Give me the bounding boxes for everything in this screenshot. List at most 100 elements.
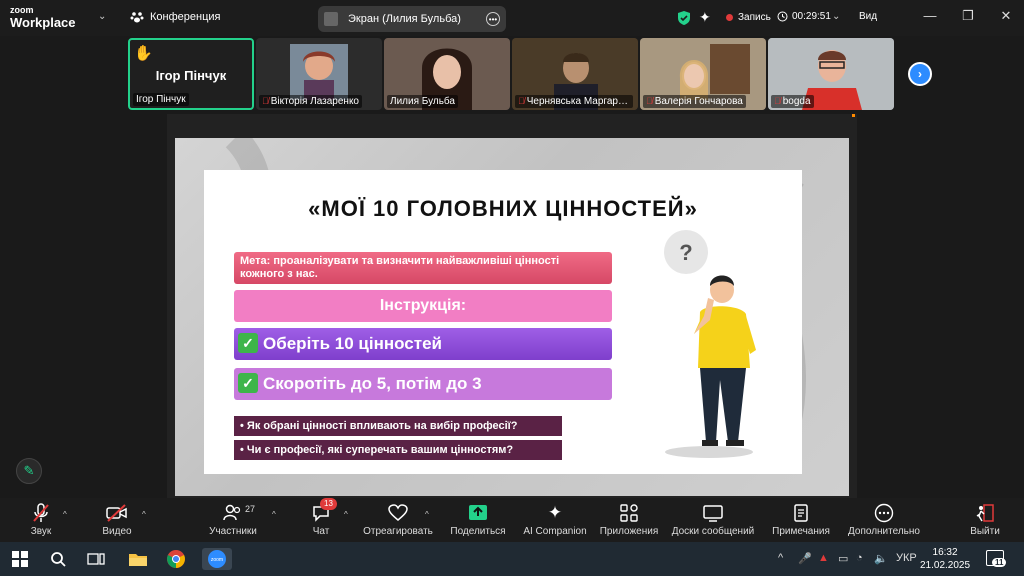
video-off-icon — [106, 504, 127, 522]
react-label: Отреагировать — [363, 526, 433, 537]
participant-tile[interactable]: Лилия Бульба — [384, 38, 510, 110]
step-2-text: Скоротіть до 5, потім до 3 — [263, 374, 482, 393]
conference-menu[interactable]: Конференция — [130, 10, 220, 24]
share-indicator — [852, 114, 855, 117]
participant-tile[interactable]: ✋ Ігор Пінчук Ігор Пінчук — [128, 38, 254, 110]
question-2: • Чи є професії, які суперечать вашим ці… — [234, 440, 562, 460]
participants-count: 27 — [245, 504, 256, 514]
chrome-icon[interactable] — [164, 548, 188, 570]
more-button[interactable]: Дополнительно — [845, 502, 923, 537]
chevron-up-icon[interactable]: ^ — [63, 510, 67, 519]
close-icon[interactable]: ✕ — [996, 8, 1016, 24]
check-icon: ✓ — [238, 332, 258, 353]
step-2-banner: ✓ Скоротіть до 5, потім до 3 — [234, 368, 612, 400]
chevron-up-icon[interactable]: ^ — [344, 510, 348, 519]
participant-name-text: Чернявська Маргари... — [526, 96, 632, 107]
notification-badge: 11 — [992, 558, 1007, 567]
minimize-icon[interactable]: — — [920, 8, 940, 23]
record-dot-icon — [726, 14, 733, 21]
audio-label: Звук — [30, 526, 52, 537]
language-indicator[interactable]: УКР — [896, 552, 917, 564]
wifi-icon[interactable]: ◔ — [856, 552, 863, 564]
slide-title: «МОЇ 10 ГОЛОВНИХ ЦІННОСТЕЙ» — [308, 196, 698, 221]
boards-label: Доски сообщений — [671, 526, 755, 537]
video-label: Видео — [102, 526, 132, 537]
logo-top: zoom — [10, 5, 34, 15]
tray-mic-icon[interactable]: 🎤 — [798, 552, 812, 565]
video-button[interactable]: Видео — [100, 502, 134, 537]
record-indicator[interactable]: Запись — [726, 12, 771, 23]
participant-tile[interactable]: 🎙̸ Чернявська Маргари... — [512, 38, 638, 110]
conference-label: Конференция — [150, 11, 221, 23]
file-explorer-icon[interactable] — [126, 548, 150, 570]
mic-off-icon: 🎙̸ — [646, 96, 653, 106]
windows-taskbar: zoom ^ 🎤 ▲ ▭ ◔ 🔈 УКР 16:32 21.02.2025 11 — [0, 542, 1024, 576]
annotate-pen-button[interactable]: ✎ — [16, 458, 42, 484]
thinking-person-illustration: ? — [664, 230, 756, 458]
audio-button[interactable]: Звук — [26, 502, 56, 537]
ai-companion-button[interactable]: ✦ AI Companion — [522, 502, 588, 537]
participant-name-text: Вікторія Лазаренко — [270, 96, 359, 107]
share-screen-icon — [469, 505, 487, 520]
notes-button[interactable]: Примечания — [771, 502, 831, 537]
chevron-up-icon[interactable]: ^ — [142, 510, 146, 519]
volume-icon[interactable]: 🔈 — [874, 552, 888, 565]
participant-name-text: Валерія Гончарова — [654, 96, 743, 107]
leave-button[interactable]: Выйти — [968, 502, 1002, 537]
view-menu[interactable]: Вид — [859, 11, 877, 22]
mic-off-icon — [33, 503, 49, 522]
chat-badge: 13 — [320, 498, 337, 510]
participant-name: 🎙̸ Валерія Гончарова — [643, 95, 746, 108]
leave-label: Выйти — [970, 526, 1000, 537]
participants-label: Участники — [209, 526, 257, 537]
restore-icon[interactable]: ❐ — [958, 8, 978, 24]
windows-start-icon[interactable] — [8, 548, 32, 570]
chat-label: Чат — [312, 526, 330, 537]
react-button[interactable]: Отреагировать — [362, 502, 434, 537]
apps-button[interactable]: Приложения — [599, 502, 659, 537]
chevron-up-icon[interactable]: ^ — [425, 510, 429, 519]
svg-text:zoom: zoom — [211, 557, 223, 563]
instruction-banner: Інструкція: — [234, 290, 612, 322]
tray-app-icon[interactable]: ▲ — [818, 552, 829, 564]
mic-off-icon: 🎙̸ — [262, 96, 269, 106]
battery-icon[interactable]: ▭ — [838, 552, 848, 565]
zoom-logo[interactable]: zoom Workplace — [10, 5, 76, 30]
question-bubble-icon: ? — [679, 240, 692, 265]
chevron-down-icon[interactable]: ⌄ — [98, 11, 106, 22]
search-icon[interactable] — [46, 548, 70, 570]
share-button[interactable]: Поделиться — [449, 502, 507, 537]
participants-icon — [223, 504, 241, 521]
gallery-next-button[interactable]: › — [908, 62, 932, 86]
more-icon[interactable]: ••• — [486, 12, 500, 26]
tray-chevron-up-icon[interactable]: ^ — [778, 552, 783, 564]
board-icon — [703, 505, 723, 522]
share-label: Поделиться — [450, 526, 506, 537]
boards-button[interactable]: Доски сообщений — [671, 502, 755, 537]
participant-tile[interactable]: 🎙̸ Вікторія Лазаренко — [256, 38, 382, 110]
ai-sparkle-icon: ✦ — [547, 503, 563, 522]
zoom-app-icon[interactable]: zoom — [202, 548, 232, 570]
participant-tile[interactable]: 🎙̸ Валерія Гончарова — [640, 38, 766, 110]
chevron-down-icon[interactable]: ⌄ — [832, 11, 840, 22]
mic-off-icon: 🎙̸ — [518, 96, 525, 106]
participant-name-text: bogda — [782, 96, 811, 107]
meeting-timer: 00:29:51 — [777, 11, 831, 22]
screen-share-pill[interactable]: Экран (Лилия Бульба) ••• — [318, 6, 506, 32]
participant-tile[interactable]: 🎙̸ bogda — [768, 38, 894, 110]
chat-button[interactable]: 13 Чат — [306, 498, 337, 537]
heart-icon — [388, 504, 408, 521]
sparkle-icon[interactable]: ✦ — [699, 9, 711, 26]
participant-name: 🎙̸ Вікторія Лазаренко — [259, 95, 362, 108]
presentation-slide: «МОЇ 10 ГОЛОВНИХ ЦІННОСТЕЙ» Мета: проана… — [204, 170, 802, 474]
chevron-up-icon[interactable]: ^ — [272, 510, 276, 519]
ai-label: AI Companion — [523, 526, 587, 537]
timer-value: 00:29:51 — [792, 11, 831, 22]
notes-label: Примечания — [772, 526, 830, 537]
logo-bottom: Workplace — [10, 15, 76, 30]
participant-big-name: Ігор Пінчук — [155, 68, 227, 83]
shield-icon[interactable] — [677, 10, 691, 26]
taskbar-clock[interactable]: 16:32 21.02.2025 — [920, 546, 970, 572]
check-icon: ✓ — [238, 372, 258, 393]
task-view-icon[interactable] — [84, 548, 108, 570]
